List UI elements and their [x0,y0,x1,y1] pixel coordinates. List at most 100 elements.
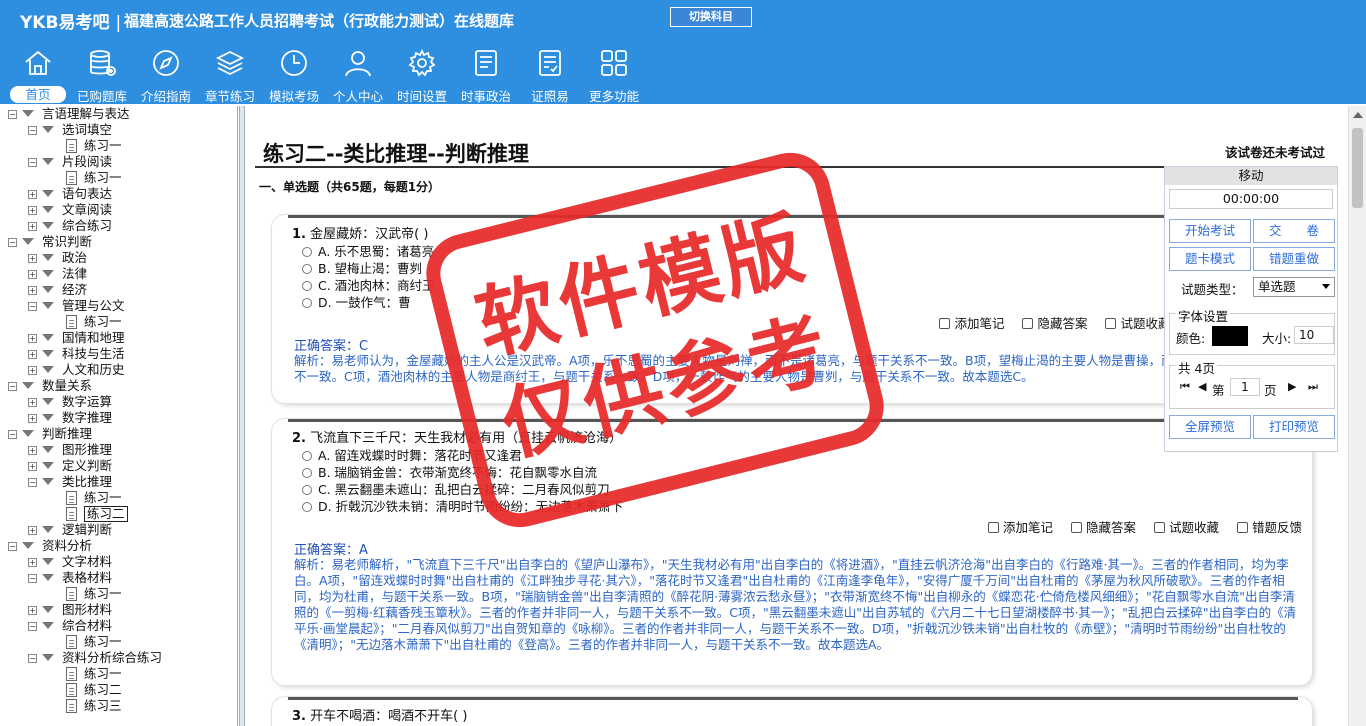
fullscreen-preview-button[interactable]: 全屏预览 [1169,415,1251,439]
panel-drag-handle[interactable]: 移动 [1165,167,1337,185]
collapse-icon[interactable]: − [8,430,17,439]
tree-folder[interactable]: − 表格材料 [4,570,237,586]
favorite-button[interactable]: 试题收藏 [1105,316,1171,331]
expand-icon[interactable]: + [28,558,37,567]
tree-folder[interactable]: − 片段阅读 [4,154,237,170]
tree-folder[interactable]: − 数量关系 [4,378,237,394]
tree-folder[interactable]: + 语句表达 [4,186,237,202]
tree-leaf[interactable]: 练习一 [4,138,237,154]
nav-home[interactable]: 首页 [6,46,70,104]
tree-folder[interactable]: + 图形推理 [4,442,237,458]
tree-folder[interactable]: + 法律 [4,266,237,282]
question-type-select[interactable]: 单选题 [1253,277,1335,297]
tree-leaf[interactable]: 练习三 [4,698,237,714]
expand-icon[interactable]: + [28,190,37,199]
expand-icon[interactable]: + [28,206,37,215]
radio[interactable] [302,468,312,478]
nav-purchased[interactable]: 已购题库 [70,46,134,104]
page-input[interactable]: 1 [1230,378,1260,396]
expand-icon[interactable]: + [28,414,37,423]
submit-exam-button[interactable]: 交 卷 [1253,219,1335,243]
feedback-button[interactable]: 错题反馈 [1236,520,1302,535]
tree-folder[interactable]: − 资料分析综合练习 [4,650,237,666]
expand-icon[interactable]: + [28,526,37,535]
expand-icon[interactable]: + [28,254,37,263]
tree-leaf[interactable]: 练习一 [4,170,237,186]
start-exam-button[interactable]: 开始考试 [1169,219,1251,243]
expand-icon[interactable]: + [28,222,37,231]
collapse-icon[interactable]: − [8,382,17,391]
tree-folder[interactable]: + 文字材料 [4,554,237,570]
collapse-icon[interactable]: − [28,302,37,311]
vertical-scrollbar[interactable] [1348,106,1366,726]
expand-icon[interactable]: + [28,350,37,359]
prev-page-button[interactable]: ◀ [1198,380,1206,393]
radio[interactable] [302,281,312,291]
collapse-icon[interactable]: − [28,622,37,631]
collapse-icon[interactable]: − [8,542,17,551]
expand-icon[interactable]: + [28,334,37,343]
redo-wrong-button[interactable]: 错题重做 [1253,247,1335,271]
tree-folder[interactable]: − 管理与公文 [4,298,237,314]
tree-folder[interactable]: + 经济 [4,282,237,298]
last-page-button[interactable]: ⏭ [1308,380,1318,394]
tree-folder[interactable]: + 文章阅读 [4,202,237,218]
nav-mock-exam[interactable]: 模拟考场 [262,46,326,104]
tree-leaf[interactable]: 练习一 [4,586,237,602]
tree-folder[interactable]: − 选词填空 [4,122,237,138]
card-mode-button[interactable]: 题卡模式 [1169,247,1251,271]
expand-icon[interactable]: + [28,366,37,375]
tree-leaf[interactable]: 练习二 [4,682,237,698]
radio[interactable] [302,298,312,308]
font-color-swatch[interactable] [1212,326,1248,346]
tree-leaf[interactable]: 练习一 [4,666,237,682]
tree-folder[interactable]: + 科技与生活 [4,346,237,362]
nav-time-settings[interactable]: 时间设置 [390,46,454,104]
nav-personal[interactable]: 个人中心 [326,46,390,104]
nav-guide[interactable]: 介绍指南 [134,46,198,104]
collapse-icon[interactable]: − [8,238,17,247]
collapse-icon[interactable]: − [28,654,37,663]
tree-folder[interactable]: + 人文和历史 [4,362,237,378]
tree-folder[interactable]: − 类比推理 [4,474,237,490]
tree-leaf[interactable]: 练习一 [4,490,237,506]
tree-folder[interactable]: + 国情和地理 [4,330,237,346]
radio[interactable] [302,247,312,257]
tree-leaf[interactable]: 练习二 [4,506,237,522]
nav-chapter[interactable]: 章节练习 [198,46,262,104]
tree-folder[interactable]: + 图形材料 [4,602,237,618]
radio[interactable] [302,264,312,274]
tree-leaf[interactable]: 练习一 [4,314,237,330]
expand-icon[interactable]: + [28,462,37,471]
next-page-button[interactable]: ▶ [1288,380,1296,393]
tree-folder[interactable]: + 政治 [4,250,237,266]
tree-folder[interactable]: − 综合材料 [4,618,237,634]
collapse-icon[interactable]: − [28,574,37,583]
hide-answer-button[interactable]: 隐藏答案 [1070,520,1136,535]
tree-folder[interactable]: + 综合练习 [4,218,237,234]
tree-folder[interactable]: − 资料分析 [4,538,237,554]
collapse-icon[interactable]: − [8,110,17,119]
collapse-icon[interactable]: − [28,478,37,487]
tree-folder[interactable]: + 数字运算 [4,394,237,410]
tree-folder[interactable]: − 言语理解与表达 [4,106,237,122]
nav-more[interactable]: 更多功能 [582,46,646,104]
collapse-icon[interactable]: − [28,126,37,135]
add-note-button[interactable]: 添加笔记 [987,520,1053,535]
radio[interactable] [302,485,312,495]
tree-leaf[interactable]: 练习一 [4,634,237,650]
tree-folder[interactable]: + 逻辑判断 [4,522,237,538]
scroll-up-icon[interactable] [1353,112,1363,118]
expand-icon[interactable]: + [28,606,37,615]
add-note-button[interactable]: 添加笔记 [939,316,1005,331]
expand-icon[interactable]: + [28,446,37,455]
switch-subject-button[interactable]: 切换科目 [670,7,752,27]
tree-folder[interactable]: + 定义判断 [4,458,237,474]
tree-folder[interactable]: − 常识判断 [4,234,237,250]
scroll-thumb[interactable] [1352,128,1363,208]
expand-icon[interactable]: + [28,286,37,295]
first-page-button[interactable]: ⏮ [1180,380,1190,394]
collapse-icon[interactable]: − [28,158,37,167]
tree-folder[interactable]: + 数字推理 [4,410,237,426]
font-size-input[interactable]: 10 [1294,326,1334,344]
